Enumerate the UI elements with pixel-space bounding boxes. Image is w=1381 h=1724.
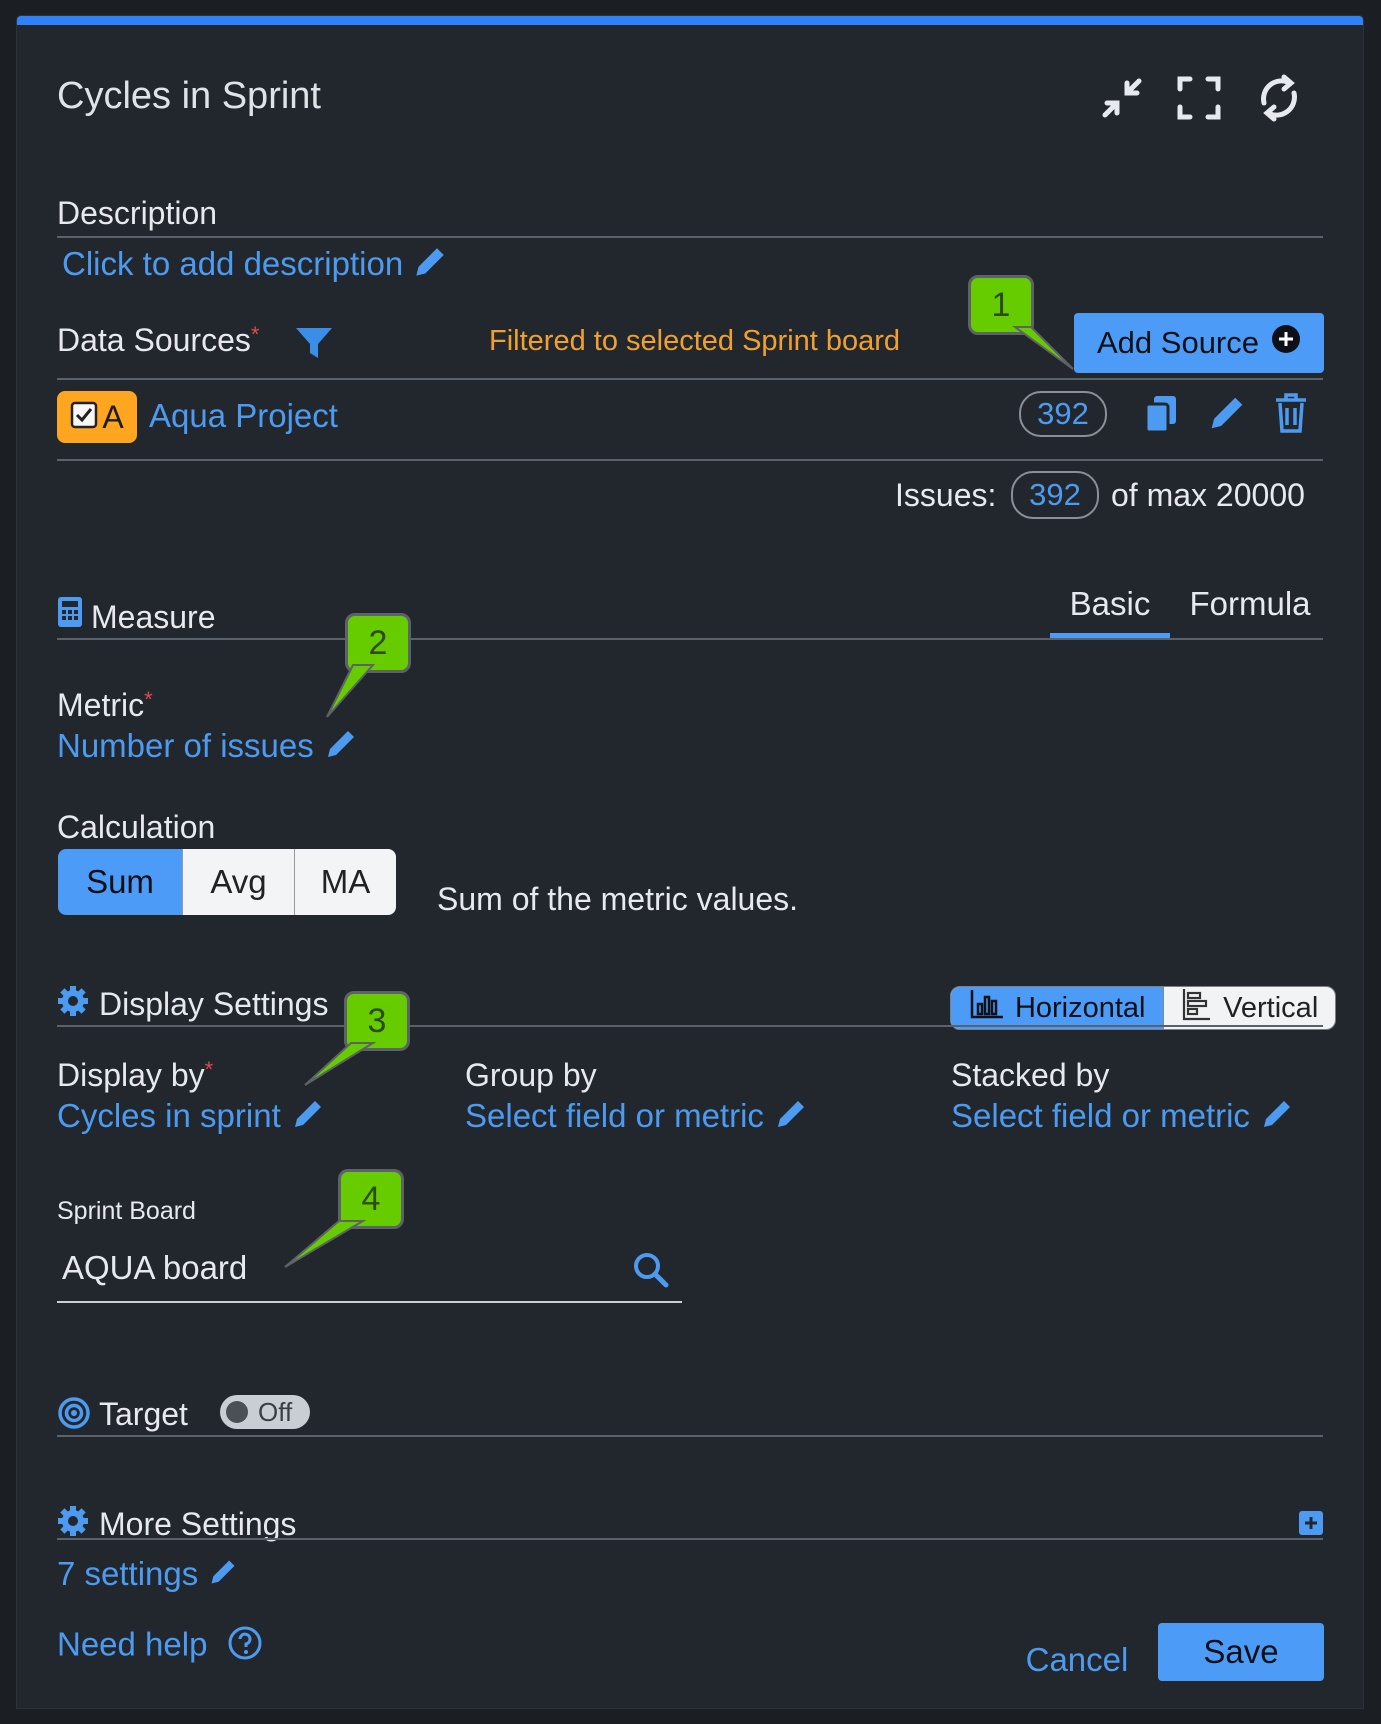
- toggle-state: Off: [258, 1397, 293, 1427]
- metric-link[interactable]: Number of issues: [57, 727, 358, 769]
- required-marker: *: [204, 1057, 214, 1082]
- need-help-text: Need help: [57, 1625, 208, 1663]
- group-by-label: Group by: [465, 1057, 597, 1093]
- metric-label-text: Metric: [57, 687, 145, 723]
- cancel-button[interactable]: Cancel: [1017, 1641, 1137, 1679]
- callout-2-pointer: [326, 664, 376, 718]
- sprint-board-value: AQUA board: [62, 1249, 248, 1286]
- divider: [57, 459, 1323, 461]
- source-count-badge: 392: [1019, 391, 1107, 437]
- data-sources-label: Data Sources*: [57, 322, 259, 359]
- display-by-value: Cycles in sprint: [57, 1097, 281, 1134]
- target-toggle[interactable]: Off: [220, 1395, 310, 1429]
- target-label: Target: [99, 1396, 188, 1432]
- delete-icon[interactable]: [1273, 391, 1309, 440]
- pencil-icon: [324, 727, 358, 769]
- copy-icon[interactable]: [1141, 393, 1181, 440]
- panel-title: Cycles in Sprint: [57, 75, 321, 117]
- target-icon: [57, 1396, 91, 1435]
- expand-plus-icon[interactable]: [1299, 1511, 1323, 1540]
- source-badge[interactable]: A: [57, 391, 137, 443]
- issues-max: of max 20000: [1111, 477, 1305, 513]
- divider: [57, 1538, 1323, 1540]
- divider: [57, 638, 1323, 640]
- pencil-icon: [413, 245, 447, 287]
- calc-ma-button[interactable]: MA: [294, 849, 396, 915]
- stacked-by-label: Stacked by: [951, 1057, 1110, 1093]
- divider: [57, 378, 1323, 380]
- callout-4-pointer: [284, 1220, 367, 1268]
- divider: [57, 236, 1323, 238]
- plus-circle-icon: [1271, 324, 1301, 362]
- metric-value: Number of issues: [57, 727, 314, 764]
- search-icon[interactable]: [632, 1251, 670, 1294]
- calculation-label: Calculation: [57, 809, 216, 845]
- add-description-link[interactable]: Click to add description: [62, 245, 447, 287]
- group-by-link[interactable]: Select field or metric: [465, 1097, 808, 1139]
- pencil-icon: [774, 1097, 808, 1139]
- add-description-text: Click to add description: [62, 245, 404, 282]
- pencil-icon: [208, 1557, 238, 1595]
- save-button[interactable]: Save: [1158, 1623, 1324, 1681]
- calc-sum-button[interactable]: Sum: [58, 849, 182, 915]
- sprint-board-label: Sprint Board: [57, 1197, 196, 1225]
- need-help-link[interactable]: Need help: [57, 1625, 263, 1669]
- filter-icon[interactable]: [294, 325, 334, 366]
- group-by-value: Select field or metric: [465, 1097, 764, 1134]
- issues-count-badge: 392: [1011, 471, 1099, 519]
- callout-1-pointer: [1011, 326, 1074, 370]
- orientation-toggle: Horizontal Vertical: [950, 986, 1336, 1030]
- source-name-link[interactable]: Aqua Project: [149, 397, 338, 435]
- pencil-icon: [1260, 1097, 1294, 1139]
- collapse-icon[interactable]: [1097, 73, 1147, 123]
- vertical-label: Vertical: [1223, 991, 1319, 1024]
- display-by-label-text: Display by: [57, 1057, 205, 1093]
- pencil-icon: [291, 1097, 325, 1139]
- required-marker: *: [144, 687, 153, 712]
- description-label: Description: [57, 195, 218, 231]
- required-marker: *: [250, 322, 260, 347]
- stacked-by-link[interactable]: Select field or metric: [951, 1097, 1294, 1139]
- vertical-option[interactable]: Vertical: [1163, 987, 1335, 1029]
- gear-icon: [57, 1505, 89, 1542]
- add-source-label: Add Source: [1097, 325, 1259, 360]
- edit-source-icon[interactable]: [1207, 393, 1247, 438]
- checkbox-icon[interactable]: [70, 401, 98, 434]
- source-letter: A: [102, 398, 124, 435]
- metric-label: Metric*: [57, 687, 153, 724]
- help-circle-icon: [227, 1625, 263, 1669]
- display-by-label: Display by*: [57, 1057, 213, 1094]
- calc-description: Sum of the metric values.: [437, 881, 799, 917]
- settings-count: 7 settings: [57, 1555, 199, 1592]
- tab-basic[interactable]: Basic: [1050, 585, 1170, 623]
- divider: [57, 1435, 1323, 1437]
- display-by-link[interactable]: Cycles in sprint: [57, 1097, 325, 1139]
- data-sources-text: Data Sources: [57, 322, 251, 358]
- calc-avg-button[interactable]: Avg: [182, 849, 294, 915]
- horizontal-option[interactable]: Horizontal: [951, 987, 1164, 1029]
- callout-3-pointer: [304, 1042, 377, 1086]
- stacked-by-value: Select field or metric: [951, 1097, 1250, 1134]
- gear-icon: [57, 985, 89, 1022]
- toggle-knob: [226, 1401, 248, 1423]
- chart-config-panel: Cycles in Sprint Description Click to ad…: [17, 16, 1363, 1708]
- horizontal-label: Horizontal: [1014, 991, 1146, 1024]
- measure-label: Measure: [91, 599, 216, 635]
- tab-formula[interactable]: Formula: [1177, 585, 1323, 623]
- bar-chart-icon: [969, 988, 1005, 1028]
- divider: [57, 1025, 1323, 1027]
- filter-note: Filtered to selected Sprint board: [489, 325, 901, 357]
- issues-label: Issues:: [895, 477, 997, 513]
- bar-chart-horizontal-icon: [1181, 987, 1211, 1029]
- settings-count-link[interactable]: 7 settings: [57, 1555, 238, 1595]
- display-settings-label: Display Settings: [99, 986, 329, 1022]
- calculator-icon: [57, 596, 83, 633]
- fullscreen-icon[interactable]: [1174, 73, 1224, 123]
- add-source-button[interactable]: Add Source: [1074, 313, 1324, 373]
- refresh-icon[interactable]: [1254, 73, 1304, 123]
